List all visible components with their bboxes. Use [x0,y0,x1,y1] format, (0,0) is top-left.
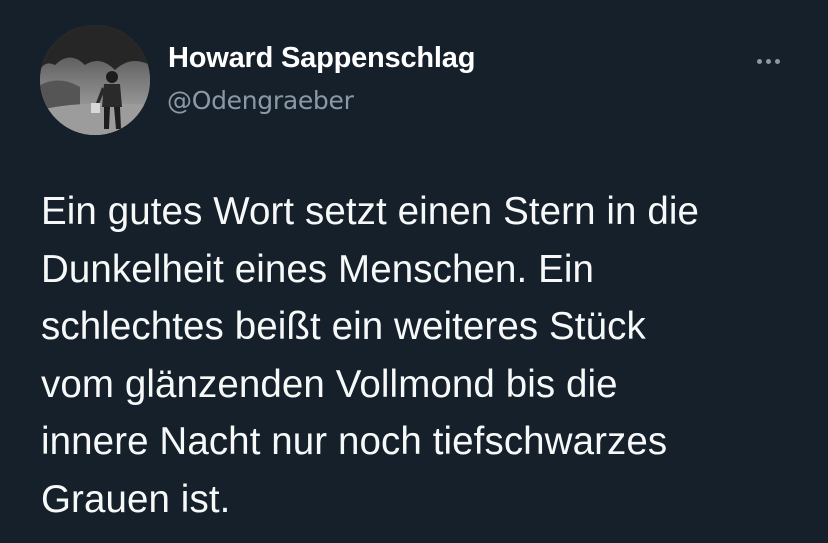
tweet-text: Ein gutes Wort setzt einen Stern in die … [41,190,700,521]
author-handle[interactable]: @Odengraeber [167,86,354,115]
avatar[interactable] [40,25,150,135]
tweet-card: Howard Sappenschlag @Odengraeber Ein gut… [0,0,828,543]
profile-photo-icon [40,25,150,135]
more-dot [765,58,771,64]
more-dot [774,58,780,64]
more-dot [756,58,762,64]
more-options-icon[interactable] [748,50,788,72]
author-display-name[interactable]: Howard Sappenschlag [168,42,475,75]
